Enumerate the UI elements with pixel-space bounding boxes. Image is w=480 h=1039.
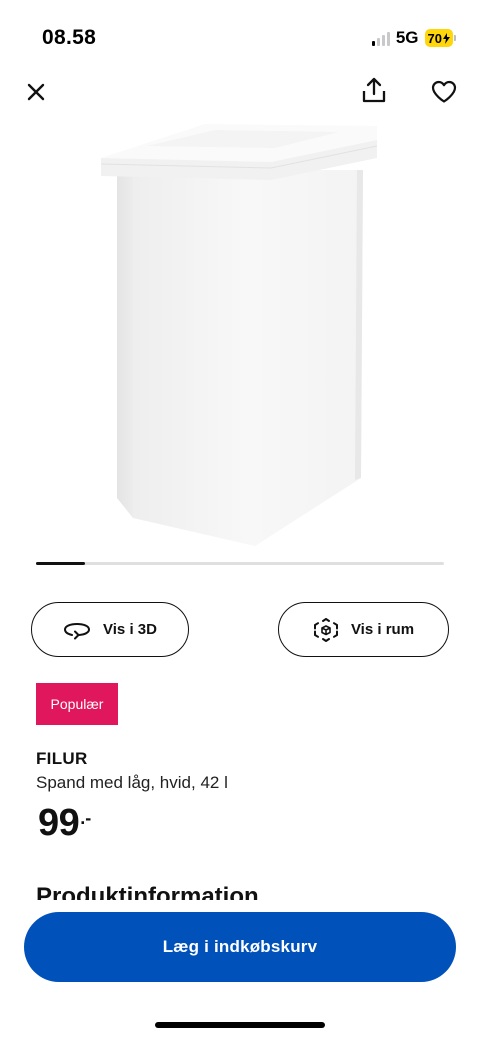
ar-cube-icon [313, 617, 338, 642]
gallery-progress [36, 562, 444, 565]
share-button[interactable] [358, 74, 390, 106]
trash-bin-illustration [100, 124, 378, 546]
home-indicator[interactable] [155, 1022, 325, 1028]
signal-strength-icon [371, 30, 390, 46]
top-action-bar [0, 74, 480, 110]
status-time: 08.58 [42, 26, 97, 49]
gallery-progress-fill [36, 562, 85, 565]
view-in-room-button[interactable]: Vis i rum [278, 602, 449, 657]
product-name: FILUR [36, 749, 88, 768]
heart-icon [431, 80, 457, 103]
product-description: Spand med låg, hvid, 42 l [36, 773, 228, 792]
price-suffix: .- [80, 808, 92, 828]
network-type: 5G [395, 28, 419, 47]
view-3d-button[interactable]: Vis i 3D [31, 602, 189, 657]
product-information-section[interactable]: Produktinformation [36, 880, 456, 900]
favorite-button[interactable] [428, 76, 460, 108]
battery-icon: 70 [424, 29, 456, 47]
battery-percent: 70 [427, 30, 442, 46]
status-bar: 08.58 5G 70 [0, 0, 480, 76]
view-3d-label: Vis i 3D [103, 621, 157, 638]
section-heading: Produktinformation [36, 883, 259, 900]
battery-level: 70 [424, 29, 453, 47]
close-icon [27, 83, 45, 101]
close-button[interactable] [20, 76, 52, 108]
status-indicators: 5G 70 [371, 28, 456, 48]
charging-bolt-icon [443, 32, 450, 44]
price-value: 99 [38, 802, 80, 844]
popular-badge: Populær [36, 683, 118, 725]
product-image[interactable] [95, 118, 385, 558]
rotate-3d-icon [64, 622, 91, 639]
add-to-cart-button[interactable]: Læg i indkøbskurv [24, 912, 456, 982]
product-price: 99 .- [38, 802, 91, 845]
share-icon [362, 77, 386, 103]
view-in-room-label: Vis i rum [350, 621, 415, 638]
